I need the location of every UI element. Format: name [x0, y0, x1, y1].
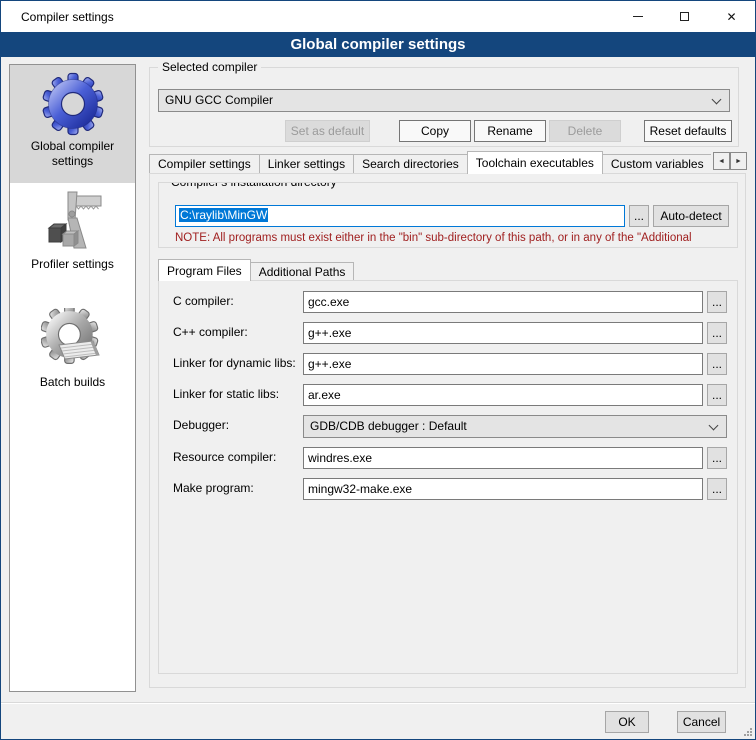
ok-button[interactable]: OK: [605, 711, 649, 733]
resize-grip[interactable]: [743, 727, 753, 737]
tab-compiler-settings[interactable]: Compiler settings: [149, 154, 260, 173]
minimize-button[interactable]: [614, 1, 661, 32]
compiler-tabs: Compiler settings Linker settings Search…: [149, 150, 711, 174]
sidebar-item-global-compiler-settings[interactable]: Global compiler settings: [10, 65, 135, 183]
tab-scroll-left-button[interactable]: ◄: [713, 152, 730, 170]
program-files-page: C compiler: ... C++ compiler: ... Linker…: [158, 280, 738, 674]
window-title: Compiler settings: [21, 10, 114, 24]
dynamic-linker-browse-button[interactable]: ...: [707, 353, 727, 375]
dynamic-linker-label: Linker for dynamic libs:: [173, 356, 296, 370]
compiler-settings-dialog: Compiler settings ✕ Global compiler sett…: [0, 0, 756, 740]
selected-compiler-group: Selected compiler GNU GCC Compiler Set a…: [149, 67, 739, 147]
autodetect-button[interactable]: Auto-detect: [653, 205, 729, 227]
install-dir-selected-text: C:\raylib\MinGW: [179, 208, 268, 222]
arrow-right-icon: ►: [735, 158, 742, 165]
chevron-down-icon: [709, 421, 719, 431]
make-program-browse-button[interactable]: ...: [707, 478, 727, 500]
resource-compiler-input[interactable]: [303, 447, 703, 469]
toolchain-executables-page: Compiler's installation directory C:\ray…: [149, 173, 746, 688]
settings-sidebar: Global compiler settings: [9, 64, 136, 692]
debugger-select-value: GDB/CDB debugger : Default: [310, 419, 467, 433]
static-linker-browse-button[interactable]: ...: [707, 384, 727, 406]
delete-button[interactable]: Delete: [549, 120, 621, 142]
batch-builds-icon: [41, 308, 105, 372]
make-program-label: Make program:: [173, 481, 254, 495]
titlebar: Compiler settings ✕: [1, 1, 755, 32]
cpp-compiler-input[interactable]: [303, 322, 703, 344]
rename-button[interactable]: Rename: [474, 120, 546, 142]
install-dir-group-label: Compiler's installation directory: [167, 182, 341, 189]
tab-search-directories[interactable]: Search directories: [353, 154, 468, 173]
set-as-default-button[interactable]: Set as default: [285, 120, 370, 142]
debugger-select[interactable]: GDB/CDB debugger : Default: [303, 415, 727, 438]
caption-buttons: ✕: [614, 1, 755, 32]
compiler-select-value: GNU GCC Compiler: [165, 93, 273, 107]
tab-custom-variables[interactable]: Custom variables: [602, 154, 711, 173]
dynamic-linker-input[interactable]: [303, 353, 703, 375]
static-linker-label: Linker for static libs:: [173, 387, 279, 401]
c-compiler-browse-button[interactable]: ...: [707, 291, 727, 313]
sidebar-item-label: Global compiler settings: [10, 139, 135, 169]
subtab-program-files[interactable]: Program Files: [158, 259, 251, 281]
copy-button[interactable]: Copy: [399, 120, 471, 142]
cpp-compiler-browse-button[interactable]: ...: [707, 322, 727, 344]
install-dir-note: NOTE: All programs must exist either in …: [175, 232, 735, 244]
sidebar-item-profiler-settings[interactable]: Profiler settings: [10, 183, 135, 301]
sidebar-item-label: Profiler settings: [10, 257, 135, 272]
selected-compiler-group-label: Selected compiler: [158, 60, 261, 74]
resource-compiler-label: Resource compiler:: [173, 450, 276, 464]
toolchain-subtabs: Program Files Additional Paths: [158, 259, 738, 281]
arrow-left-icon: ◄: [718, 158, 725, 165]
install-dir-group: Compiler's installation directory C:\ray…: [158, 182, 738, 248]
chevron-down-icon: [712, 95, 722, 105]
cpp-compiler-label: C++ compiler:: [173, 325, 248, 339]
sidebar-item-batch-builds[interactable]: Batch builds: [10, 301, 135, 419]
dialog-header: Global compiler settings: [1, 32, 755, 57]
reset-defaults-button[interactable]: Reset defaults: [644, 120, 732, 142]
make-program-input[interactable]: [303, 478, 703, 500]
minimize-icon: [633, 16, 643, 17]
maximize-icon: [680, 12, 689, 21]
close-icon: ✕: [726, 11, 736, 23]
static-linker-input[interactable]: [303, 384, 703, 406]
sidebar-item-label: Batch builds: [10, 375, 135, 390]
subtab-additional-paths[interactable]: Additional Paths: [250, 262, 355, 280]
tab-scroll-right-button[interactable]: ►: [730, 152, 747, 170]
c-compiler-input[interactable]: [303, 291, 703, 313]
footer-divider: [1, 702, 755, 703]
cancel-button[interactable]: Cancel: [677, 711, 726, 733]
install-dir-input[interactable]: C:\raylib\MinGW: [175, 205, 625, 227]
tab-linker-settings[interactable]: Linker settings: [259, 154, 354, 173]
close-button[interactable]: ✕: [708, 1, 755, 32]
maximize-button[interactable]: [661, 1, 708, 32]
install-dir-browse-button[interactable]: ...: [629, 205, 649, 227]
debugger-label: Debugger:: [173, 418, 229, 432]
caliper-icon: [41, 190, 105, 254]
compiler-select[interactable]: GNU GCC Compiler: [158, 89, 730, 112]
c-compiler-label: C compiler:: [173, 294, 234, 308]
resource-compiler-browse-button[interactable]: ...: [707, 447, 727, 469]
gear-icon: [41, 72, 105, 136]
tab-toolchain-executables[interactable]: Toolchain executables: [467, 151, 603, 174]
